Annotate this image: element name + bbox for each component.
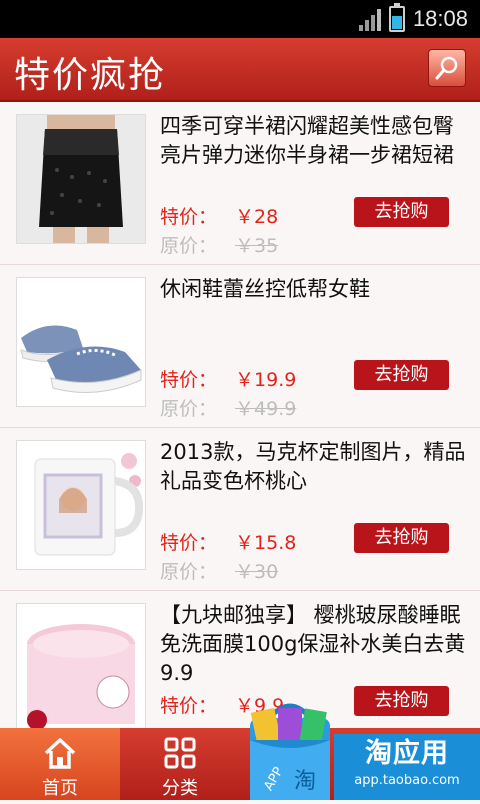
original-price-label: 原价： — [160, 398, 218, 420]
battery-icon — [388, 3, 405, 32]
taobao-url: app.taobao.com — [354, 773, 460, 788]
product-title[interactable]: 休闲鞋蕾丝控低帮女鞋 — [160, 275, 472, 304]
sale-price-row: 特价： ￥15.8 — [160, 528, 296, 555]
product-image — [16, 277, 146, 407]
product-title[interactable]: 四季可穿半裙闪耀超美性感包臀亮片弹力迷你半身裙一步裙短裙 — [160, 112, 472, 170]
product-list[interactable]: 四季可穿半裙闪耀超美性感包臀亮片弹力迷你半身裙一步裙短裙 特价： ￥28 原价： ￥… — [0, 102, 480, 728]
original-price-row: 原价： ￥30 — [160, 557, 278, 584]
signal-icon — [358, 7, 381, 31]
taobao-brand: 淘应用 — [365, 738, 449, 769]
product-image — [16, 114, 146, 244]
original-price: ￥49.9 — [235, 398, 297, 420]
grid-icon — [164, 737, 196, 769]
sale-price: ￥15.8 — [235, 532, 297, 554]
sale-price-label: 特价： — [160, 532, 218, 554]
sale-price-row: 特价： ￥28 — [160, 202, 278, 229]
tab-categories[interactable]: 分类 — [120, 728, 240, 800]
sale-price: ￥28 — [235, 206, 279, 228]
page-title: 特价疯抢 — [14, 55, 167, 96]
shopping-bag-icon: APP 淘 — [250, 703, 330, 800]
buy-button[interactable]: 去抢购 — [354, 197, 449, 227]
original-price: ￥35 — [235, 235, 279, 257]
search-icon — [435, 56, 458, 80]
buy-button[interactable]: 去抢购 — [354, 360, 449, 390]
tab-home[interactable]: 首页 — [0, 728, 120, 800]
sale-price-label: 特价： — [160, 206, 218, 228]
buy-button[interactable]: 去抢购 — [354, 523, 449, 553]
status-bar: 18:08 — [0, 0, 480, 38]
bag-char: 淘 — [294, 769, 316, 794]
product-item[interactable]: 2013款，马克杯定制图片，精品礼品变色杯桃心 特价： ￥15.8 原价： ￥30 … — [0, 428, 480, 591]
sale-price: ￥19.9 — [235, 369, 297, 391]
status-icons: 18:08 — [358, 3, 468, 32]
product-item[interactable]: 四季可穿半裙闪耀超美性感包臀亮片弹力迷你半身裙一步裙短裙 特价： ￥28 原价： ￥… — [0, 102, 480, 265]
original-price-row: 原价： ￥49.9 — [160, 394, 296, 421]
sale-price-label: 特价： — [160, 369, 218, 391]
product-image — [16, 440, 146, 570]
home-icon — [44, 738, 76, 769]
buy-button[interactable]: 去抢购 — [354, 686, 449, 716]
tab-home-label: 首页 — [42, 778, 78, 799]
sale-price-label: 特价： — [160, 695, 218, 717]
product-image — [16, 603, 146, 728]
product-title[interactable]: 【九块邮独享】 樱桃玻尿酸睡眠免洗面膜100g保湿补水美白去黄9.9 — [160, 601, 472, 688]
header-bar: 特价疯抢 — [0, 38, 480, 102]
taobao-app-bag[interactable]: APP 淘 — [244, 698, 336, 800]
search-button[interactable] — [428, 49, 466, 87]
original-price: ￥30 — [235, 561, 279, 583]
product-item[interactable]: 【九块邮独享】 樱桃玻尿酸睡眠免洗面膜100g保湿补水美白去黄9.9 特价： ￥9… — [0, 591, 480, 728]
tab-categories-label: 分类 — [162, 778, 198, 799]
taobao-app-logo[interactable]: 淘应用 app.taobao.com — [334, 734, 480, 800]
original-price-label: 原价： — [160, 235, 218, 257]
product-title[interactable]: 2013款，马克杯定制图片，精品礼品变色杯桃心 — [160, 438, 472, 496]
sale-price-row: 特价： ￥19.9 — [160, 365, 296, 392]
status-time: 18:08 — [412, 6, 468, 31]
original-price-row: 原价： ￥35 — [160, 231, 278, 258]
product-item[interactable]: 休闲鞋蕾丝控低帮女鞋 特价： ￥19.9 原价： ￥49.9 去抢购 — [0, 265, 480, 428]
original-price-label: 原价： — [160, 561, 218, 583]
